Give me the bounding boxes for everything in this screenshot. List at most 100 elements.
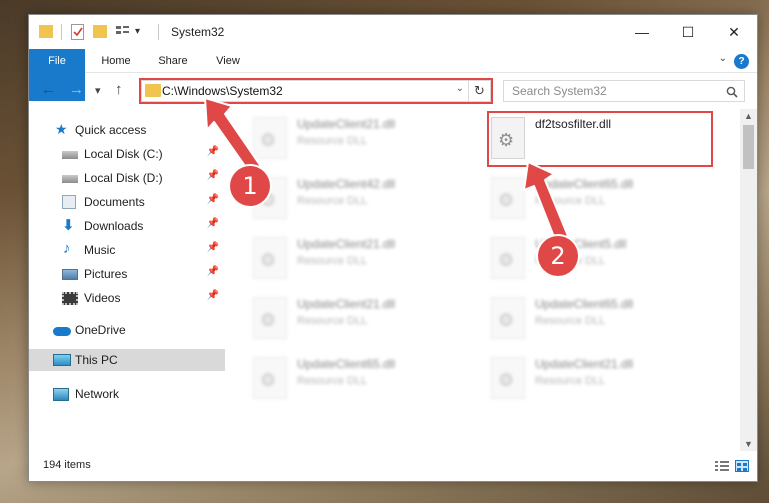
file-item[interactable]: ⚙ UpdateClient65.dll Resource DLL <box>463 291 693 343</box>
sidebar-item-label: Quick access <box>75 123 147 137</box>
tab-view[interactable]: View <box>203 49 253 73</box>
window-title: System32 <box>171 25 225 39</box>
sidebar-item-videos[interactable]: Videos 📌 <box>29 287 225 309</box>
address-highlight-box <box>139 78 493 104</box>
file-name: UpdateClient21.dll <box>297 297 396 311</box>
help-icon[interactable]: ? <box>734 54 749 69</box>
network-icon <box>53 388 69 401</box>
file-type: Resource DLL <box>297 375 368 387</box>
back-button[interactable]: ← <box>41 81 56 98</box>
file-type: Resource DLL <box>535 315 606 327</box>
vertical-scrollbar[interactable]: ▲ ▼ <box>740 109 757 451</box>
step-2-badge: 2 <box>538 236 578 276</box>
dll-file-icon: ⚙ <box>253 357 287 399</box>
scroll-down-icon[interactable]: ▼ <box>744 439 753 449</box>
file-type: Resource DLL <box>535 195 606 207</box>
large-icons-view-icon[interactable] <box>735 460 749 472</box>
sidebar-item-label: This PC <box>75 353 118 367</box>
file-name: UpdateClient65.dll <box>535 297 634 311</box>
music-icon: ♪ <box>63 240 71 257</box>
file-type: Resource DLL <box>297 135 368 147</box>
sidebar-item-local-disk-c[interactable]: Local Disk (C:) 📌 <box>29 143 225 165</box>
sidebar-item-onedrive[interactable]: OneDrive <box>29 319 225 341</box>
pin-icon[interactable]: 📌 <box>207 170 219 181</box>
dll-file-icon: ⚙ <box>491 357 525 399</box>
divider <box>158 24 159 40</box>
tab-home[interactable]: Home <box>89 49 143 73</box>
quick-access-dropdown-icon[interactable]: ▾ <box>135 26 149 42</box>
file-name: UpdateClient21.dll <box>297 117 396 131</box>
file-name: UpdateClient21.dll <box>297 237 396 251</box>
file-type: Resource DLL <box>297 255 368 267</box>
sidebar-item-downloads[interactable]: ⬇ Downloads 📌 <box>29 215 225 237</box>
file-item[interactable]: ⚙ UpdateClient21.dll Resource DLL <box>225 231 455 283</box>
ribbon-tabs: File Home Share View ⌄ ? <box>29 49 757 101</box>
file-type: Resource DLL <box>297 195 368 207</box>
status-bar: 194 items <box>29 451 757 481</box>
dll-file-icon: ⚙ <box>253 297 287 339</box>
sidebar-item-label: Downloads <box>84 219 144 233</box>
dll-file-icon: ⚙ <box>491 237 525 279</box>
scroll-up-icon[interactable]: ▲ <box>744 111 753 121</box>
file-explorer-window: ▾ System32 — ☐ ✕ File Home Share View ⌄ … <box>28 14 758 482</box>
customize-toolbar-icon[interactable] <box>115 24 131 40</box>
file-item[interactable]: ⚙ UpdateClient21.dll Resource DLL <box>225 111 455 163</box>
sidebar-item-network[interactable]: Network <box>29 383 225 405</box>
up-button[interactable]: ↑ <box>115 81 123 98</box>
sidebar-item-label: Videos <box>84 291 121 305</box>
details-view-icon[interactable] <box>715 460 729 472</box>
file-item[interactable]: ⚙ UpdateClient5.dll Resource DLL <box>463 231 693 283</box>
title-bar: ▾ System32 — ☐ ✕ <box>29 15 757 49</box>
file-type: Resource DLL <box>297 315 368 327</box>
scroll-thumb[interactable] <box>743 125 754 169</box>
documents-icon <box>62 195 76 209</box>
sidebar-item-quick-access[interactable]: ★ Quick access <box>29 119 225 141</box>
file-item[interactable]: ⚙ UpdateClient21.dll Resource DLL <box>463 351 693 403</box>
sidebar-item-label: Pictures <box>84 267 128 281</box>
file-list: ⚙ UpdateClient21.dll Resource DLL ⚙ df2t… <box>225 109 739 451</box>
file-name: UpdateClient65.dll <box>297 357 396 371</box>
dll-file-icon: ⚙ <box>253 117 287 159</box>
sidebar-item-pictures[interactable]: Pictures 📌 <box>29 263 225 285</box>
expand-ribbon-icon[interactable]: ⌄ <box>719 53 727 64</box>
drive-icon <box>62 151 78 159</box>
minimize-button[interactable]: — <box>619 15 665 49</box>
sidebar-item-label: Local Disk (C:) <box>84 147 163 161</box>
sidebar-item-label: Music <box>84 243 116 257</box>
cloud-icon <box>53 327 71 336</box>
pin-icon[interactable]: 📌 <box>207 266 219 277</box>
sidebar-item-local-disk-d[interactable]: Local Disk (D:) 📌 <box>29 167 225 189</box>
file-item[interactable]: ⚙ UpdateClient65.dll Resource DLL <box>463 171 693 223</box>
dll-file-icon: ⚙ <box>491 177 525 219</box>
tab-share[interactable]: Share <box>147 49 199 73</box>
dll-file-icon: ⚙ <box>253 237 287 279</box>
navigation-bar: ← → ▾ ↑ C:\Windows\System32 ⌄ ↻ Search S… <box>29 73 757 109</box>
item-count: 194 items <box>43 459 91 471</box>
recent-locations-button[interactable]: ▾ <box>95 84 101 97</box>
file-item[interactable]: ⚙ UpdateClient21.dll Resource DLL <box>225 291 455 343</box>
close-button[interactable]: ✕ <box>711 15 757 49</box>
sidebar-item-label: Documents <box>84 195 145 209</box>
pictures-icon <box>62 269 78 280</box>
sidebar-item-music[interactable]: ♪ Music 📌 <box>29 239 225 261</box>
file-item[interactable]: ⚙ UpdateClient65.dll Resource DLL <box>225 351 455 403</box>
sidebar-item-this-pc[interactable]: This PC <box>29 349 225 371</box>
forward-button[interactable]: → <box>69 81 84 98</box>
sidebar-item-label: Local Disk (D:) <box>84 171 163 185</box>
pin-icon[interactable]: 📌 <box>207 146 219 157</box>
pin-icon[interactable]: 📌 <box>207 242 219 253</box>
search-icon[interactable] <box>726 83 738 101</box>
navigation-pane: ★ Quick access Local Disk (C:) 📌 Local D… <box>29 109 225 451</box>
maximize-button[interactable]: ☐ <box>665 15 711 49</box>
search-box[interactable]: Search System32 <box>503 80 745 102</box>
sidebar-item-documents[interactable]: Documents 📌 <box>29 191 225 213</box>
file-name: UpdateClient21.dll <box>535 357 634 371</box>
file-name: UpdateClient42.dll <box>297 177 396 191</box>
search-input[interactable]: Search System32 <box>512 84 607 98</box>
pin-icon[interactable]: 📌 <box>207 290 219 301</box>
divider <box>61 24 62 40</box>
new-folder-icon[interactable] <box>93 25 107 38</box>
properties-icon[interactable] <box>71 24 84 40</box>
pin-icon[interactable]: 📌 <box>207 194 219 205</box>
pin-icon[interactable]: 📌 <box>207 218 219 229</box>
